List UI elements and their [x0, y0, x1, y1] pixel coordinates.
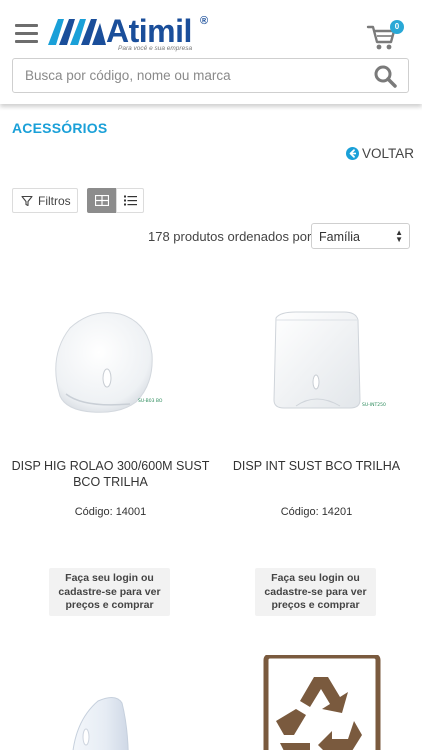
- back-link[interactable]: VOLTAR: [346, 144, 414, 162]
- recycle-icon[interactable]: [236, 655, 396, 750]
- filter-button[interactable]: Filtros: [12, 188, 78, 213]
- product-code: Código: 14001: [74, 506, 147, 518]
- cart-count-badge: 0: [390, 20, 404, 34]
- search-icon[interactable]: [373, 64, 398, 89]
- sort-select[interactable]: Família ▲ ▼: [311, 223, 410, 249]
- logo-mark-icon: [48, 19, 106, 45]
- site-header: Atimil ® Para você e sua empresa 0: [0, 0, 422, 104]
- cart-button[interactable]: 0: [366, 20, 406, 52]
- filter-icon: [21, 195, 33, 206]
- category-title: ACESSÓRIOS: [12, 120, 108, 136]
- search-input[interactable]: [13, 59, 368, 92]
- filter-button-label: Filtros: [38, 193, 71, 208]
- logo-tagline: Para você e sua empresa: [118, 45, 193, 52]
- arrow-left-circle-icon: [346, 146, 359, 160]
- product-image-label: SU-INT250: [362, 402, 386, 408]
- menu-icon[interactable]: [15, 24, 38, 44]
- list-view-icon: [124, 195, 137, 206]
- login-to-view-price-button[interactable]: Faça seu login ou cadastre-se para ver p…: [49, 568, 170, 616]
- product-name[interactable]: DISP INT SUST BCO TRILHA: [214, 458, 419, 474]
- grid-view-button[interactable]: [87, 188, 116, 213]
- select-arrows-icon: ▲ ▼: [395, 228, 403, 244]
- product-count-text: 178 produtos ordenados por:: [148, 229, 315, 244]
- search-bar: [12, 58, 409, 93]
- grid-view-icon: [95, 195, 109, 206]
- product-code: Código: 14201: [280, 506, 353, 518]
- login-to-view-price-button[interactable]: Faça seu login ou cadastre-se para ver p…: [255, 568, 376, 616]
- site-logo[interactable]: Atimil ® Para você e sua empresa: [48, 14, 218, 56]
- logo-registered-mark: ®: [200, 15, 209, 27]
- logo-wordmark: Atimil: [106, 13, 192, 49]
- back-link-label: VOLTAR: [362, 145, 415, 161]
- product-image[interactable]: SU-B03 BO: [30, 296, 190, 421]
- product-image-label: SU-B03 BO: [138, 398, 163, 404]
- sort-select-value: Família: [319, 230, 360, 244]
- product-image[interactable]: [30, 655, 190, 750]
- product-image[interactable]: SU-INT250: [236, 296, 396, 421]
- list-view-button[interactable]: [116, 188, 144, 213]
- product-name[interactable]: DISP HIG ROLAO 300/600M SUST BCO TRILHA: [8, 458, 213, 490]
